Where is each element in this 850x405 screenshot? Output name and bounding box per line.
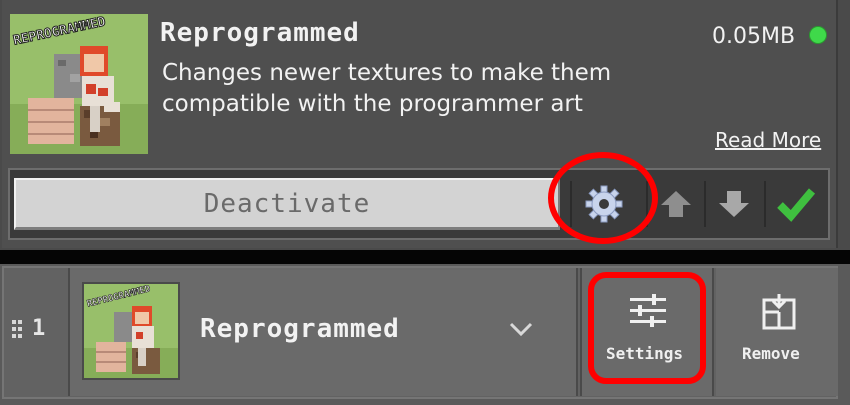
active-pack-title: Reprogrammed: [200, 314, 400, 344]
active-pack-thumbnail: REPROGRAMMED: [82, 282, 180, 380]
section-divider: [0, 250, 850, 264]
move-down-button[interactable]: [710, 180, 758, 228]
pack-thumbnail: REPROGRAMMED: [10, 14, 148, 154]
pack-title: Reprogrammed: [160, 18, 360, 48]
drag-handle-icon[interactable]: [12, 320, 34, 338]
annotation-box: [588, 272, 706, 384]
pack-description: Changes newer textures to make them comp…: [162, 60, 612, 117]
deactivate-label: Deactivate: [203, 188, 371, 219]
control-divider: [704, 181, 706, 227]
deactivate-button[interactable]: Deactivate: [14, 178, 560, 230]
status-indicator: [810, 27, 826, 43]
annotation-circle: [548, 152, 658, 244]
arrow-up-icon: [661, 191, 691, 217]
arrow-down-icon: [719, 191, 749, 217]
pack-order-index: 1: [32, 316, 46, 341]
remove-label: Remove: [742, 344, 800, 363]
move-up-button[interactable]: [652, 180, 700, 228]
control-divider: [764, 181, 766, 227]
active-status-button[interactable]: [772, 180, 820, 228]
remove-icon: [762, 294, 796, 330]
remove-button[interactable]: Remove: [716, 268, 838, 396]
pack-size: 0.05MB: [712, 24, 796, 49]
checkmark-icon: [777, 188, 816, 222]
read-more-link[interactable]: Read More: [715, 128, 821, 152]
chevron-down-icon[interactable]: [508, 320, 534, 338]
